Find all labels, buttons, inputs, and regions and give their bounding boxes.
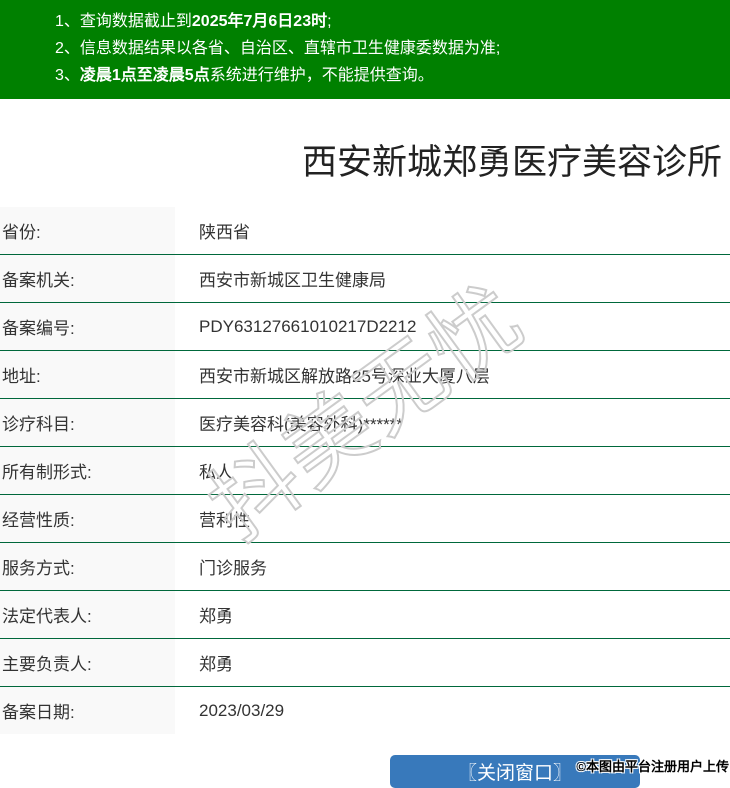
table-row: 备案日期: 2023/03/29 bbox=[0, 687, 730, 734]
row-label: 主要负责人: bbox=[0, 639, 175, 686]
row-value: 私人 bbox=[199, 463, 233, 482]
row-label: 地址: bbox=[0, 351, 175, 398]
row-value: 2023/03/29 bbox=[199, 700, 285, 720]
row-label: 所有制形式: bbox=[0, 447, 175, 494]
table-row: 诊疗科目: 医疗美容科(美容外科)****** bbox=[0, 399, 730, 447]
row-label: 服务方式: bbox=[0, 543, 175, 590]
row-value: PDY63127661010217D2212 bbox=[199, 316, 417, 336]
row-value: 营利性 bbox=[199, 511, 250, 530]
row-value: 西安市新城区卫生健康局 bbox=[199, 271, 386, 290]
row-label: 诊疗科目: bbox=[0, 399, 175, 446]
row-label: 省份: bbox=[0, 207, 175, 254]
table-row: 法定代表人: 郑勇 bbox=[0, 591, 730, 639]
table-row: 经营性质: 营利性 bbox=[0, 495, 730, 543]
table-row: 地址: 西安市新城区解放路25号深业大厦八层 bbox=[0, 351, 730, 399]
table-row: 备案机关: 西安市新城区卫生健康局 bbox=[0, 255, 730, 303]
table-row: 所有制形式: 私人 bbox=[0, 447, 730, 495]
page-title: 西安新城郑勇医疗美容诊所 bbox=[301, 143, 722, 182]
row-label: 备案日期: bbox=[0, 687, 175, 734]
row-value: 西安市新城区解放路25号深业大厦八层 bbox=[199, 367, 490, 386]
row-value: 门诊服务 bbox=[199, 559, 267, 578]
info-table: 省份: 陕西省 备案机关: 西安市新城区卫生健康局 备案编号: PDY63127… bbox=[0, 207, 730, 734]
row-value: 医疗美容科(美容外科)****** bbox=[199, 415, 404, 434]
upload-attribution-note: ©本图由平台注册用户上传 bbox=[576, 759, 729, 774]
table-row: 服务方式: 门诊服务 bbox=[0, 543, 730, 591]
row-label: 经营性质: bbox=[0, 495, 175, 542]
row-value: 郑勇 bbox=[199, 655, 233, 674]
row-value: 陕西省 bbox=[199, 223, 250, 242]
notice-line-1: 1、查询数据截止到2025年7月6日23时; bbox=[55, 13, 332, 30]
table-row: 主要负责人: 郑勇 bbox=[0, 639, 730, 687]
table-row: 备案编号: PDY63127661010217D2212 bbox=[0, 303, 730, 351]
row-label: 备案机关: bbox=[0, 255, 175, 302]
row-label: 备案编号: bbox=[0, 303, 175, 350]
notice-line-3: 3、凌晨1点至凌晨5点系统进行维护，不能提供查询。 bbox=[55, 67, 434, 84]
notice-line-2: 2、信息数据结果以各省、自治区、直辖市卫生健康委数据为准; bbox=[55, 40, 501, 57]
row-value: 郑勇 bbox=[199, 607, 233, 626]
row-label: 法定代表人: bbox=[0, 591, 175, 638]
table-row: 省份: 陕西省 bbox=[0, 207, 730, 255]
notice-banner: 1、查询数据截止到2025年7月6日23时; 2、信息数据结果以各省、自治区、直… bbox=[0, 0, 730, 99]
